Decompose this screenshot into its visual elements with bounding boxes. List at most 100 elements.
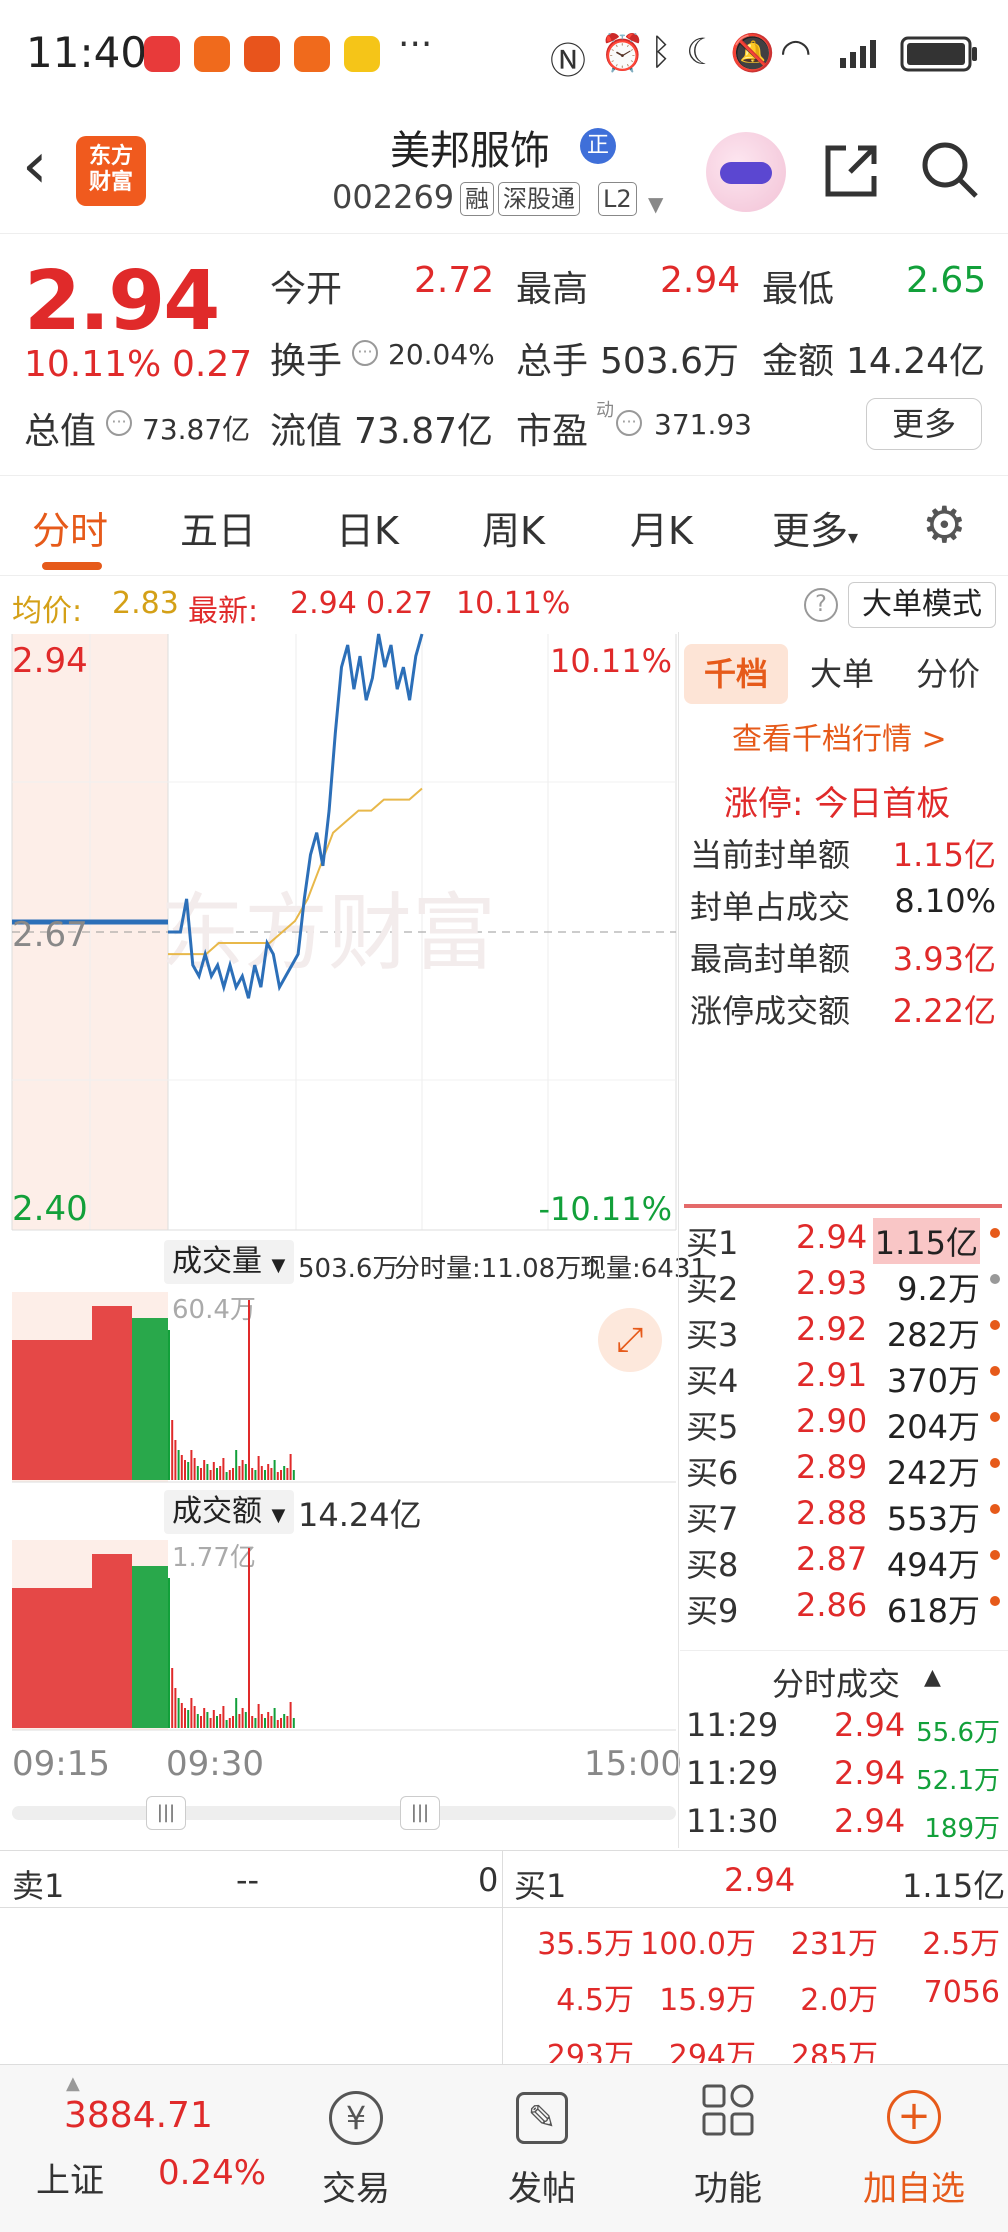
nav-add-watchlist[interactable]: + 加自选 bbox=[824, 2065, 1004, 2232]
tab-weekly-k[interactable]: 周K bbox=[482, 500, 545, 555]
nav-post-label: 发帖 bbox=[508, 2169, 576, 2209]
tab-intraday[interactable]: 分时 bbox=[32, 500, 108, 555]
eastmoney-logo[interactable]: 东方 财富 bbox=[76, 136, 146, 206]
bid-row[interactable]: 买6 2.89 242万 bbox=[684, 1446, 1004, 1492]
official-badge: 正 bbox=[580, 128, 616, 164]
tick-volume: 55.6万 bbox=[916, 1718, 1000, 1748]
nav-trade[interactable]: ¥ 交易 bbox=[266, 2065, 446, 2232]
volume-bar bbox=[248, 1300, 250, 1480]
volume-bar bbox=[235, 1450, 238, 1480]
share-icon[interactable] bbox=[820, 140, 882, 216]
chevron-down-icon[interactable]: ▼ bbox=[648, 192, 663, 216]
limit-up-status: 涨停: 今日首板 bbox=[724, 784, 951, 824]
tab-monthly-k[interactable]: 月K bbox=[630, 500, 693, 555]
volume-bar bbox=[209, 1470, 212, 1480]
bid-level: 买7 bbox=[686, 1500, 739, 1538]
nfc-icon: Ⓝ bbox=[550, 41, 587, 82]
tick-time: 11:29 bbox=[686, 1754, 779, 1792]
tab-more[interactable]: 更多▾ bbox=[772, 500, 858, 555]
bid-row[interactable]: 买7 2.88 553万 bbox=[684, 1492, 1004, 1538]
alarm-icon: ⏰ bbox=[600, 33, 645, 74]
volume-bar bbox=[212, 1462, 215, 1480]
bid-volume: 9.2万 bbox=[897, 1270, 980, 1308]
turnover-label: 换手 bbox=[270, 341, 343, 382]
volume-bar bbox=[193, 1458, 196, 1480]
grid-icon bbox=[698, 2083, 758, 2143]
bid-row[interactable]: 买3 2.92 282万 bbox=[684, 1308, 1004, 1354]
tab-price-distribution[interactable]: 分价 bbox=[896, 644, 1000, 704]
tick-time: 11:30 bbox=[686, 1802, 779, 1840]
queue-order: 2.0万 bbox=[800, 1983, 878, 2018]
amount-bar bbox=[187, 1710, 190, 1728]
amount-bar bbox=[232, 1716, 234, 1728]
index-name[interactable]: 上证 bbox=[36, 2153, 104, 2202]
bid-list[interactable]: 买1 2.94 1.15亿 买2 2.93 9.2万 买3 2.92 282万 买4 2.91 370… bbox=[684, 1216, 1004, 1648]
y-label-prev-close: 2.67 bbox=[12, 915, 88, 955]
nav-functions[interactable]: 功能 bbox=[638, 2065, 818, 2232]
limit-stat-label: 涨停成交额 bbox=[690, 992, 851, 1030]
tick-price: 2.94 bbox=[834, 1754, 906, 1792]
bid-row[interactable]: 买2 2.93 9.2万 bbox=[684, 1262, 1004, 1308]
tab-five-day[interactable]: 五日 bbox=[180, 500, 256, 555]
info-icon[interactable]: ··· bbox=[352, 340, 378, 366]
tab-big-orders[interactable]: 大单 bbox=[790, 644, 894, 704]
volume-bar bbox=[200, 1468, 202, 1480]
intraday-chart[interactable]: 东方财富 2.94 2.67 2.40 10.11% -10.11% bbox=[0, 632, 680, 1232]
bid-row[interactable]: 买4 2.91 370万 bbox=[684, 1354, 1004, 1400]
ai-assistant-avatar[interactable] bbox=[706, 132, 786, 212]
help-icon[interactable]: ? bbox=[804, 588, 838, 622]
amount-bar bbox=[193, 1706, 196, 1728]
limit-stat-label: 最高封单额 bbox=[690, 940, 851, 978]
margin-tag: 融 bbox=[460, 182, 494, 216]
volume-bar bbox=[270, 1468, 273, 1480]
back-icon[interactable]: ‹ bbox=[22, 134, 48, 198]
range-slider-handle-right[interactable]: ||| bbox=[400, 1796, 440, 1830]
volume-bar bbox=[228, 1470, 231, 1480]
amount-bar bbox=[283, 1714, 286, 1728]
bid-volume: 1.15亿 bbox=[872, 1218, 980, 1264]
volume-label: 总手 bbox=[516, 341, 589, 382]
search-icon[interactable] bbox=[918, 138, 980, 214]
amount-bar bbox=[219, 1714, 222, 1728]
more-quote-button[interactable]: 更多 bbox=[866, 398, 982, 450]
info-icon[interactable]: ··· bbox=[616, 410, 642, 436]
bid-row[interactable]: 买1 2.94 1.15亿 bbox=[684, 1216, 1004, 1264]
amount-selector[interactable]: 成交额 ▼ bbox=[164, 1490, 294, 1534]
info-icon[interactable]: ··· bbox=[106, 410, 132, 436]
bid-price: 2.87 bbox=[796, 1540, 868, 1578]
volume-bar bbox=[222, 1458, 225, 1480]
queue-order: 285万 bbox=[790, 2039, 878, 2063]
tick-row: 11:29 2.94 52.1万 bbox=[684, 1752, 1004, 1800]
gear-icon[interactable]: ⚙ bbox=[922, 496, 967, 554]
pe-label: 市盈 bbox=[516, 411, 589, 452]
volume-bar bbox=[219, 1466, 222, 1480]
queue-order: 100.0万 bbox=[640, 1927, 756, 1962]
amount-bar bbox=[241, 1708, 244, 1728]
orderbook-separator bbox=[684, 1204, 1002, 1208]
volume-bar bbox=[225, 1472, 228, 1480]
ticks-header[interactable]: 分时成交 ▲ bbox=[680, 1650, 1008, 1704]
nav-add-watchlist-label: 加自选 bbox=[863, 2169, 965, 2209]
volume-bar bbox=[184, 1460, 186, 1480]
bid-row[interactable]: 买5 2.90 204万 bbox=[684, 1400, 1004, 1446]
bid-row[interactable]: 买9 2.86 618万 bbox=[684, 1584, 1004, 1630]
range-slider-handle-left[interactable]: ||| bbox=[146, 1796, 186, 1830]
nav-post[interactable]: ✎ 发帖 bbox=[452, 2065, 632, 2232]
tab-daily-k[interactable]: 日K bbox=[336, 500, 399, 555]
bid-dot-icon bbox=[990, 1596, 1000, 1606]
bid-volume: 282万 bbox=[886, 1316, 980, 1354]
amount-bar bbox=[244, 1712, 247, 1728]
view-thousand-levels-link[interactable]: 查看千档行情 > bbox=[732, 714, 947, 758]
amount-bar bbox=[273, 1708, 276, 1728]
expand-icon[interactable]: ⤢ bbox=[598, 1308, 662, 1372]
range-slider-track[interactable] bbox=[12, 1806, 676, 1820]
index-value[interactable]: 3884.71 bbox=[64, 2095, 213, 2136]
amount-total: 14.24亿 bbox=[298, 1496, 422, 1534]
moon-icon: ☾ bbox=[686, 32, 719, 73]
amount-bar bbox=[225, 1720, 228, 1728]
big-order-mode-button[interactable]: 大单模式 bbox=[848, 582, 996, 628]
volume-bar bbox=[254, 1470, 257, 1480]
tab-thousand-levels[interactable]: 千档 bbox=[684, 644, 788, 704]
volume-selector[interactable]: 成交量 ▼ bbox=[164, 1240, 294, 1284]
bid-row[interactable]: 买8 2.87 494万 bbox=[684, 1538, 1004, 1584]
